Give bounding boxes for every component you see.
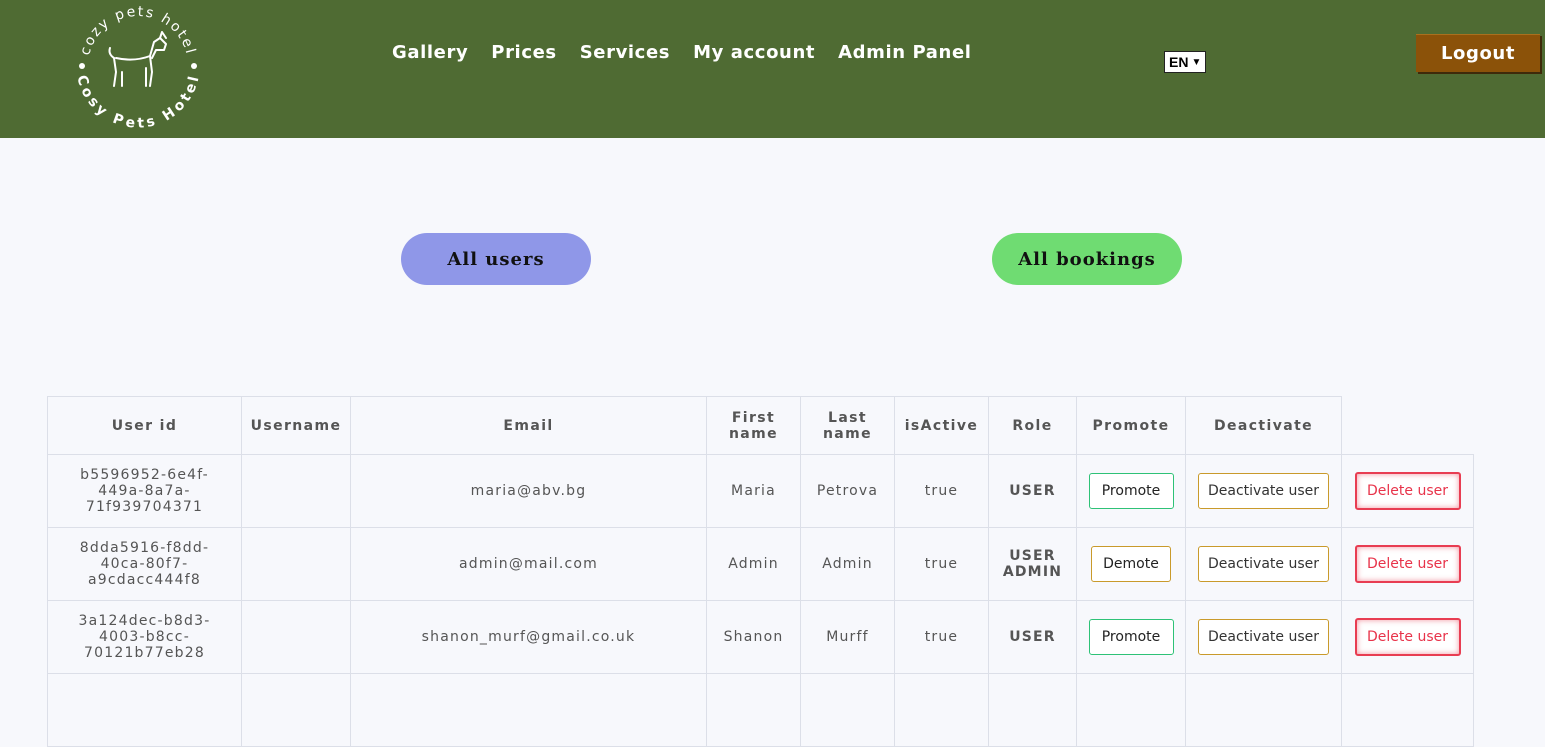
first-name-cell: Maria <box>706 454 801 528</box>
demote-button[interactable]: Demote <box>1091 546 1171 582</box>
deactivate-cell: Deactivate user <box>1185 454 1342 528</box>
last-name-cell: Admin <box>800 527 895 601</box>
language-select[interactable]: EN ▼ <box>1164 51 1206 73</box>
email-cell: admin@mail.com <box>350 527 707 601</box>
deactivate-cell: Deactivate user <box>1185 527 1342 601</box>
col-first-name: First name <box>706 396 801 455</box>
svg-text:Cosy Pets Hotel: Cosy Pets Hotel <box>73 74 203 130</box>
nav-gallery[interactable]: Gallery <box>392 42 468 63</box>
deactivate-cell: Deactivate user <box>1185 600 1342 674</box>
promote-cell: Demote <box>1076 527 1186 601</box>
user-id-line: 3a124dec-b8d3- <box>78 613 211 629</box>
table-row: 8dda5916-f8dd- 40ca-80f7- a9cdacc444f8 a… <box>47 527 1474 601</box>
user-id-line: 8dda5916-f8dd- <box>79 540 210 556</box>
delete-cell: Delete user <box>1341 600 1474 674</box>
col-email: Email <box>350 396 707 455</box>
user-id-line: 40ca-80f7- <box>100 556 189 572</box>
user-id-line: 4003-b8cc- <box>99 629 190 645</box>
first-name-cell: Admin <box>706 527 801 601</box>
all-users-button[interactable]: All users <box>401 233 591 285</box>
nav-prices[interactable]: Prices <box>491 42 556 63</box>
role-cell: USER <box>988 454 1077 528</box>
email-cell: shanon_murf@gmail.co.uk <box>350 600 707 674</box>
username-cell <box>241 600 351 674</box>
col-username: Username <box>241 396 351 455</box>
chevron-down-icon: ▼ <box>1191 56 1202 68</box>
role-cell: USER <box>988 600 1077 674</box>
delete-cell: Delete user <box>1341 454 1474 528</box>
promote-cell: Promote <box>1076 454 1186 528</box>
user-id-line: a9cdacc444f8 <box>87 572 201 588</box>
deactivate-user-button[interactable]: Deactivate user <box>1198 619 1329 655</box>
logout-button[interactable]: Logout <box>1416 34 1540 72</box>
promote-button[interactable]: Promote <box>1088 619 1174 655</box>
is-active-cell: true <box>894 527 989 601</box>
col-user-id: User id <box>47 396 242 455</box>
delete-user-button[interactable]: Delete user <box>1354 545 1461 583</box>
user-id-cell: b5596952-6e4f- 449a-8a7a- 71f939704371 <box>47 454 242 528</box>
is-active-cell: true <box>894 600 989 674</box>
last-name-cell: Murff <box>800 600 895 674</box>
col-role: Role <box>988 396 1077 455</box>
deactivate-user-button[interactable]: Deactivate user <box>1198 546 1329 582</box>
is-active-cell: true <box>894 454 989 528</box>
table-row: b5596952-6e4f- 449a-8a7a- 71f939704371 m… <box>47 454 1474 528</box>
user-id-cell: 3a124dec-b8d3- 4003-b8cc- 70121b77eb28 <box>47 600 242 674</box>
col-deactivate: Deactivate <box>1185 396 1342 455</box>
role-badge: USER <box>1009 483 1056 499</box>
delete-user-button[interactable]: Delete user <box>1354 472 1461 510</box>
user-id-line: 449a-8a7a- <box>98 483 191 499</box>
language-value: EN <box>1169 54 1189 70</box>
role-badge: USER <box>1009 629 1056 645</box>
dog-icon <box>108 31 167 87</box>
table-row: 3a124dec-b8d3- 4003-b8cc- 70121b77eb28 s… <box>47 600 1474 674</box>
nav-services[interactable]: Services <box>580 42 670 63</box>
username-cell <box>241 454 351 528</box>
table-row <box>47 673 1474 747</box>
promote-button[interactable]: Promote <box>1088 473 1174 509</box>
nav-my-account[interactable]: My account <box>693 42 815 63</box>
col-last-name: Last name <box>800 396 895 455</box>
role-cell: USER ADMIN <box>988 527 1077 601</box>
nav-admin-panel[interactable]: Admin Panel <box>838 42 971 63</box>
col-delete <box>1341 396 1474 455</box>
main-nav: Gallery Prices Services My account Admin… <box>392 42 972 63</box>
delete-user-button[interactable]: Delete user <box>1354 618 1461 656</box>
deactivate-user-button[interactable]: Deactivate user <box>1198 473 1329 509</box>
col-is-active: isActive <box>894 396 989 455</box>
user-id-cell: 8dda5916-f8dd- 40ca-80f7- a9cdacc444f8 <box>47 527 242 601</box>
all-bookings-button[interactable]: All bookings <box>992 233 1182 285</box>
last-name-cell: Petrova <box>800 454 895 528</box>
email-cell: maria@abv.bg <box>350 454 707 528</box>
first-name-cell: Shanon <box>706 600 801 674</box>
site-header: cozy pets hotel Cosy Pets Hotel Gallery … <box>0 0 1545 138</box>
users-table: User id Username Email First name Last n… <box>47 396 1474 747</box>
role-badge: ADMIN <box>1002 564 1063 580</box>
user-id-line: 70121b77eb28 <box>84 645 205 661</box>
user-id-line: b5596952-6e4f- <box>80 467 209 483</box>
delete-cell: Delete user <box>1341 527 1474 601</box>
table-header-row: User id Username Email First name Last n… <box>47 396 1474 455</box>
promote-cell: Promote <box>1076 600 1186 674</box>
user-id-line: 71f939704371 <box>85 499 204 515</box>
col-promote: Promote <box>1076 396 1186 455</box>
role-badge: USER <box>1009 548 1056 564</box>
cozy-pets-hotel-logo[interactable]: cozy pets hotel Cosy Pets Hotel <box>72 0 204 130</box>
svg-text:cozy pets hotel: cozy pets hotel <box>77 4 198 57</box>
username-cell <box>241 527 351 601</box>
